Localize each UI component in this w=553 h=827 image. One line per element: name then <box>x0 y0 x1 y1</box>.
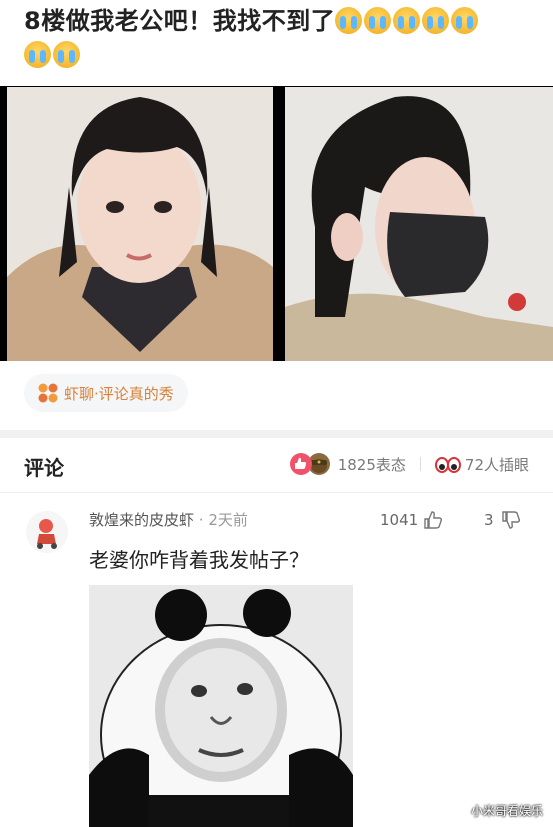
watermark: 小米哥看娱乐 <box>470 804 543 818</box>
viewer-count: 72人插眼 <box>464 455 529 474</box>
reactions-summary[interactable]: 1825表态 72人插眼 <box>289 453 529 475</box>
reaction-count: 1825表态 <box>337 455 406 474</box>
like-count: 1041 <box>380 511 419 529</box>
comment-meme-image[interactable] <box>89 585 353 827</box>
comment-username[interactable]: 敦煌来的皮皮虾 · 2天前 <box>89 509 248 530</box>
topic-chip[interactable]: 虾聊·评论真的秀 <box>24 374 188 412</box>
photo-gallery <box>0 86 553 361</box>
eyes-icon <box>434 453 461 475</box>
avatar[interactable] <box>26 511 68 553</box>
crying-face-icon <box>451 7 479 34</box>
dislike-count: 3 <box>484 511 494 529</box>
crying-face-icon <box>364 7 392 34</box>
like-reaction-icon <box>289 453 312 475</box>
crying-face-icon <box>53 41 80 68</box>
thumbs-up-icon <box>424 511 443 529</box>
crying-face-icon <box>422 7 450 34</box>
crying-face-icon <box>393 7 421 34</box>
crying-face-icon <box>24 41 51 68</box>
section-divider <box>0 430 553 438</box>
like-button[interactable]: 1041 <box>380 509 444 531</box>
username-text[interactable]: 敦煌来的皮皮虾 <box>89 511 194 529</box>
comments-header: 评论 1825表态 72人插眼 <box>0 438 553 493</box>
comments-title: 评论 <box>24 456 64 480</box>
crying-face-icon <box>335 7 363 34</box>
thumbs-down-icon <box>501 511 520 529</box>
photo-girl-front[interactable] <box>7 87 273 361</box>
header-separator <box>419 457 421 471</box>
comment-item: 敦煌来的皮皮虾 · 2天前 1041 3 老婆你咋背着我发帖子？ 小米哥看娱乐 <box>0 493 553 827</box>
dislike-button[interactable]: 3 <box>484 509 522 531</box>
shrimp-logo-icon <box>38 383 58 403</box>
post-title-text: 8楼做我老公吧！我找不到了 <box>24 7 336 35</box>
shrimp-avatar-icon <box>26 511 68 553</box>
photo-girl-mask[interactable] <box>285 87 553 361</box>
comment-text: 老婆你咋背着我发帖子？ <box>89 548 309 572</box>
post-title: 8楼做我老公吧！我找不到了 <box>24 4 534 72</box>
comment-time: · 2天前 <box>194 511 248 529</box>
topic-label: 虾聊·评论真的秀 <box>64 384 174 403</box>
